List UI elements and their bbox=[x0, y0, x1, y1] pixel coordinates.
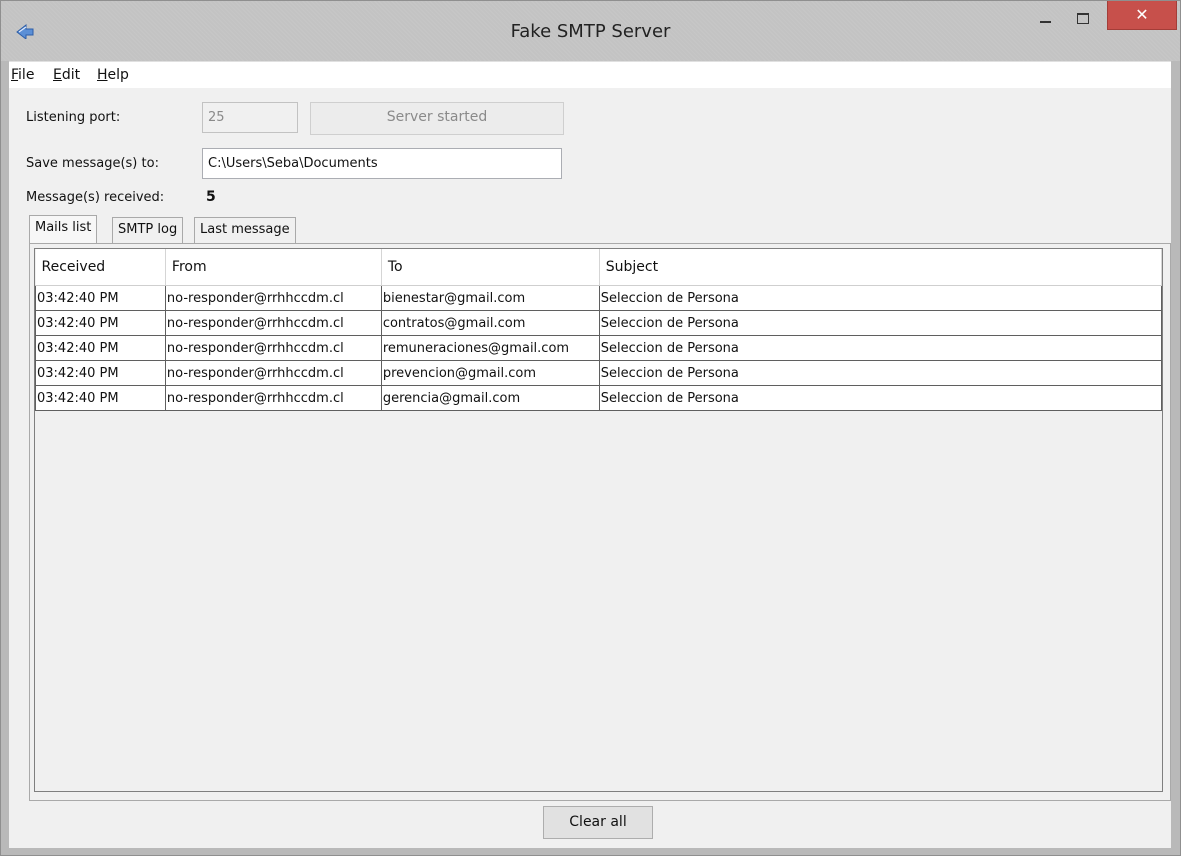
column-header-from[interactable]: From bbox=[165, 249, 382, 286]
close-icon[interactable]: ✕ bbox=[1107, 1, 1177, 30]
save-label: Save message(s) to: bbox=[26, 156, 159, 171]
table-header-row: Received From To Subject bbox=[35, 249, 1163, 286]
menu-help[interactable]: Help bbox=[97, 67, 129, 83]
cell-received: 03:42:40 PM bbox=[35, 335, 166, 361]
cell-subject: Seleccion de Persona bbox=[598, 360, 1163, 386]
received-count: 5 bbox=[206, 189, 216, 205]
cell-to: contratos@gmail.com bbox=[380, 310, 600, 336]
column-header-subject[interactable]: Subject bbox=[599, 249, 1163, 286]
app-window: Fake SMTP Server ✕ File Edit Help Listen… bbox=[0, 0, 1181, 856]
cell-received: 03:42:40 PM bbox=[35, 360, 166, 386]
maximize-icon[interactable] bbox=[1065, 9, 1099, 31]
port-label: Listening port: bbox=[26, 110, 121, 125]
cell-from: no-responder@rrhhccdm.cl bbox=[164, 385, 382, 411]
table-row[interactable]: 03:42:40 PM no-responder@rrhhccdm.cl bie… bbox=[35, 285, 1163, 311]
column-header-to[interactable]: To bbox=[381, 249, 600, 286]
cell-from: no-responder@rrhhccdm.cl bbox=[164, 335, 382, 361]
main-panel: Listening port: 25 Server started Save m… bbox=[9, 88, 1171, 848]
window-title: Fake SMTP Server bbox=[510, 21, 671, 42]
mails-table-area: Received From To Subject 03:42:40 PM no-… bbox=[34, 248, 1163, 792]
minimize-icon[interactable] bbox=[1029, 9, 1063, 31]
tab-mails-list[interactable]: Mails list bbox=[29, 215, 98, 244]
cell-subject: Seleccion de Persona bbox=[598, 335, 1163, 361]
menu-bar: File Edit Help bbox=[9, 61, 1171, 89]
tab-smtp-log[interactable]: SMTP log bbox=[112, 217, 184, 243]
cell-to: gerencia@gmail.com bbox=[380, 385, 600, 411]
cell-subject: Seleccion de Persona bbox=[598, 285, 1163, 311]
clear-all-button[interactable]: Clear all bbox=[543, 806, 653, 839]
cell-from: no-responder@rrhhccdm.cl bbox=[164, 310, 382, 336]
cell-to: bienestar@gmail.com bbox=[380, 285, 600, 311]
cell-received: 03:42:40 PM bbox=[35, 310, 166, 336]
menu-edit[interactable]: Edit bbox=[53, 67, 80, 83]
cell-from: no-responder@rrhhccdm.cl bbox=[164, 285, 382, 311]
tab-last-message[interactable]: Last message bbox=[194, 217, 296, 243]
title-bar[interactable]: Fake SMTP Server ✕ bbox=[1, 1, 1180, 61]
cell-to: remuneraciones@gmail.com bbox=[380, 335, 600, 361]
cell-subject: Seleccion de Persona bbox=[598, 310, 1163, 336]
cell-received: 03:42:40 PM bbox=[35, 385, 166, 411]
table-row[interactable]: 03:42:40 PM no-responder@rrhhccdm.cl pre… bbox=[35, 360, 1163, 386]
column-header-received[interactable]: Received bbox=[35, 249, 166, 286]
port-field: 25 bbox=[202, 102, 298, 133]
cell-from: no-responder@rrhhccdm.cl bbox=[164, 360, 382, 386]
table-row[interactable]: 03:42:40 PM no-responder@rrhhccdm.cl con… bbox=[35, 310, 1163, 336]
mails-table: Received From To Subject 03:42:40 PM no-… bbox=[35, 249, 1163, 411]
cell-subject: Seleccion de Persona bbox=[598, 385, 1163, 411]
cell-to: prevencion@gmail.com bbox=[380, 360, 600, 386]
table-row[interactable]: 03:42:40 PM no-responder@rrhhccdm.cl ger… bbox=[35, 385, 1163, 411]
received-label: Message(s) received: bbox=[26, 190, 165, 205]
menu-file[interactable]: File bbox=[11, 67, 34, 83]
server-start-button: Server started bbox=[310, 102, 564, 135]
save-path-field[interactable]: C:\Users\Seba\Documents bbox=[202, 148, 562, 179]
table-row[interactable]: 03:42:40 PM no-responder@rrhhccdm.cl rem… bbox=[35, 335, 1163, 361]
mails-list-panel: Received From To Subject 03:42:40 PM no-… bbox=[29, 243, 1171, 801]
cell-received: 03:42:40 PM bbox=[35, 285, 166, 311]
